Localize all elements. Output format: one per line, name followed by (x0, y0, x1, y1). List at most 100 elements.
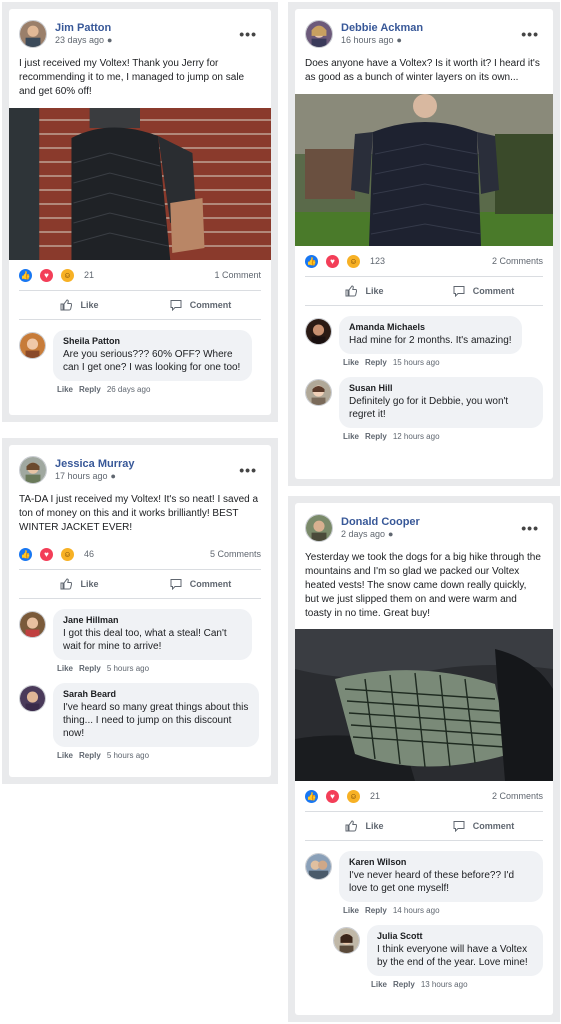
comment-button[interactable]: Comment (140, 299, 261, 311)
commenter-name[interactable]: Susan Hill (349, 383, 533, 393)
post-author[interactable]: Donald Cooper (341, 516, 517, 529)
comment-reply-button[interactable]: Reply (79, 751, 101, 760)
like-reaction-icon: 👍 (19, 547, 32, 561)
commenter-name[interactable]: Karen Wilson (349, 857, 533, 867)
like-label: Like (365, 821, 384, 831)
comment-text: Definitely go for it Debbie, you won't r… (349, 396, 509, 420)
comment-time[interactable]: 15 hours ago (393, 358, 440, 367)
commenter-name[interactable]: Julia Scott (377, 931, 533, 941)
comment-bubble: Susan Hill Definitely go for it Debbie, … (339, 377, 543, 428)
comment-time[interactable]: 5 hours ago (107, 751, 149, 760)
like-reaction-icon: 👍 (19, 268, 32, 282)
comment-reply-button[interactable]: Reply (79, 664, 101, 673)
comment-reply-button[interactable]: Reply (79, 385, 101, 394)
post-image[interactable] (295, 629, 553, 781)
comment-button[interactable]: Comment (424, 820, 543, 832)
post-author[interactable]: Debbie Ackman (341, 22, 517, 35)
avatar[interactable] (305, 853, 332, 880)
comment-time[interactable]: 26 days ago (107, 385, 151, 394)
comment-like-button[interactable]: Like (343, 906, 359, 915)
comment-count[interactable]: 2 Comments (492, 791, 543, 801)
comment-count[interactable]: 1 Comment (214, 270, 261, 280)
commenter-name[interactable]: Jane Hillman (63, 615, 242, 625)
like-button[interactable]: Like (305, 820, 424, 832)
avatar[interactable] (19, 685, 46, 712)
avatar[interactable] (305, 379, 332, 406)
avatar[interactable] (305, 513, 333, 542)
thumbs-up-icon (60, 299, 73, 311)
comment-text: Are you serious??? 60% OFF? Where can I … (63, 349, 241, 373)
love-reaction-icon: ♥ (326, 789, 339, 803)
comment-like-button[interactable]: Like (371, 980, 387, 989)
comment: Karen Wilson I've never heard of these b… (305, 851, 543, 921)
comment-count[interactable]: 2 Comments (492, 256, 543, 266)
post-time[interactable]: 17 hours ago (55, 471, 108, 481)
comment-like-button[interactable]: Like (57, 385, 73, 394)
comment-bubble: Karen Wilson I've never heard of these b… (339, 851, 543, 902)
comment-bubble: Jane Hillman I got this deal too, what a… (53, 609, 252, 660)
reaction-count[interactable]: 21 (370, 791, 380, 801)
haha-reaction-icon: ☺ (347, 789, 360, 803)
post-image[interactable] (295, 94, 553, 246)
comment-button[interactable]: Comment (140, 578, 261, 590)
more-options-icon[interactable]: ••• (235, 463, 261, 477)
like-label: Like (80, 579, 99, 589)
comment-icon (170, 579, 182, 590)
post-author[interactable]: Jessica Murray (55, 458, 235, 471)
avatar[interactable] (19, 332, 46, 359)
action-bar: Like Comment (305, 811, 543, 841)
avatar[interactable] (19, 455, 47, 484)
comment: Sarah Beard I've heard so many great thi… (19, 683, 261, 766)
thumbs-up-icon (345, 820, 358, 832)
comment-like-button[interactable]: Like (57, 751, 73, 760)
like-button[interactable]: Like (19, 299, 140, 311)
comment: Jane Hillman I got this deal too, what a… (19, 609, 261, 679)
post-time[interactable]: 16 hours ago (341, 35, 394, 45)
post-time[interactable]: 2 days ago (341, 529, 385, 539)
commenter-name[interactable]: Sarah Beard (63, 689, 249, 699)
post-card: Jessica Murray 17 hours ago ● ••• TA-DA I… (9, 445, 271, 777)
avatar[interactable] (19, 19, 47, 48)
globe-icon: ● (396, 34, 402, 45)
comment-label: Comment (189, 579, 232, 589)
avatar[interactable] (333, 927, 360, 954)
reaction-count[interactable]: 123 (370, 256, 385, 266)
more-options-icon[interactable]: ••• (517, 521, 543, 535)
post-author[interactable]: Jim Patton (55, 22, 235, 35)
comment-time[interactable]: 13 hours ago (421, 980, 468, 989)
post-header: Debbie Ackman 16 hours ago ● ••• (295, 9, 553, 49)
like-button[interactable]: Like (19, 578, 140, 590)
reaction-stats: 👍 ♥ ☺ 46 5 Comments (9, 539, 271, 569)
reaction-stats: 👍 ♥ ☺ 21 2 Comments (295, 781, 553, 811)
comment-reply-button[interactable]: Reply (365, 906, 387, 915)
comment-like-button[interactable]: Like (57, 664, 73, 673)
comment-count[interactable]: 5 Comments (210, 549, 261, 559)
reaction-count[interactable]: 21 (84, 270, 94, 280)
like-button[interactable]: Like (305, 285, 424, 297)
comment-text: I got this deal too, what a steal! Can't… (63, 628, 227, 652)
avatar[interactable] (19, 611, 46, 638)
comment-reply-button[interactable]: Reply (365, 432, 387, 441)
avatar[interactable] (305, 19, 333, 48)
action-bar: Like Comment (19, 569, 261, 599)
post-text: Does anyone have a Voltex? Is it worth i… (305, 58, 540, 83)
post-panel: Jim Patton 23 days ago ● ••• I just recei… (2, 2, 278, 422)
comment-reply-button[interactable]: Reply (393, 980, 415, 989)
comment-button[interactable]: Comment (424, 285, 543, 297)
post-header: Donald Cooper 2 days ago ● ••• (295, 503, 553, 543)
comment-like-button[interactable]: Like (343, 358, 359, 367)
comment-like-button[interactable]: Like (343, 432, 359, 441)
commenter-name[interactable]: Sheila Patton (63, 336, 242, 346)
comment-reply-button[interactable]: Reply (365, 358, 387, 367)
reaction-count[interactable]: 46 (84, 549, 94, 559)
avatar[interactable] (305, 318, 332, 345)
commenter-name[interactable]: Amanda Michaels (349, 322, 512, 332)
post-image[interactable] (9, 108, 271, 260)
comment-time[interactable]: 12 hours ago (393, 432, 440, 441)
post-card: Jim Patton 23 days ago ● ••• I just recei… (9, 9, 271, 415)
more-options-icon[interactable]: ••• (517, 27, 543, 41)
comment-time[interactable]: 5 hours ago (107, 664, 149, 673)
post-time[interactable]: 23 days ago (55, 35, 104, 45)
comment-time[interactable]: 14 hours ago (393, 906, 440, 915)
more-options-icon[interactable]: ••• (235, 27, 261, 41)
